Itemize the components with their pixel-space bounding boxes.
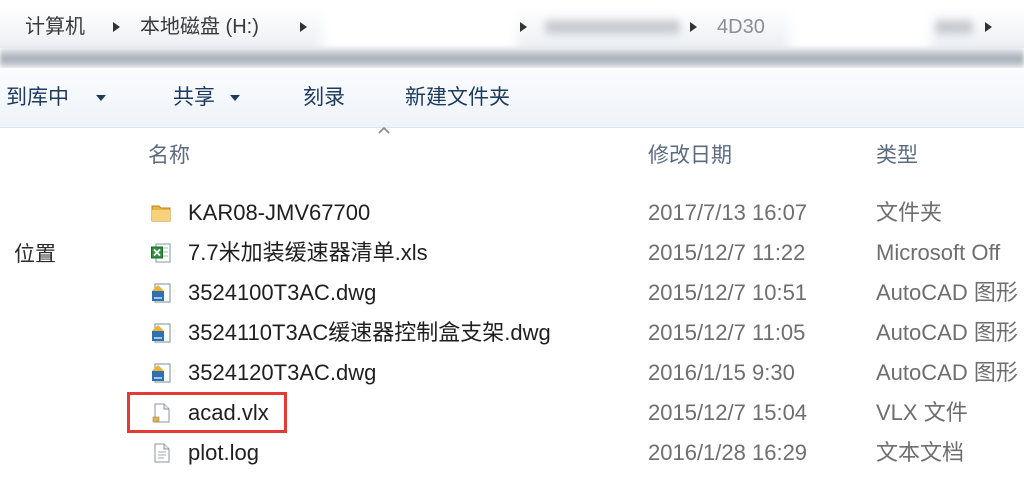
column-header-name[interactable]: 名称 (148, 138, 190, 174)
file-name: 3524100T3AC.dwg (188, 280, 377, 305)
file-type: 文本文档 (876, 440, 965, 465)
file-modified-date: 2015/12/7 11:05 (648, 320, 806, 345)
highlight-box (127, 392, 287, 433)
include-in-library-button[interactable]: 到库中 (6, 68, 69, 128)
column-header-type[interactable]: 类型 (876, 138, 918, 174)
file-modified-date: 2015/12/7 15:04 (648, 400, 808, 425)
file-row[interactable]: 3524120T3AC.dwg 2016/1/15 9:30 AutoCAD 图形 (0, 353, 1024, 393)
command-toolbar: 到库中 共享 刻录 新建文件夹 (0, 68, 1024, 128)
file-row[interactable]: 7.7米加装缓速器清单.xls 2015/12/7 11:22 Microsoft … (0, 233, 1024, 273)
breadcrumb-local-disk[interactable]: 本地磁盘 (H:) (140, 6, 259, 48)
file-modified-date: 2015/12/7 11:22 (648, 240, 806, 265)
file-name: 3524120T3AC.dwg (188, 360, 377, 385)
address-bar[interactable]: 计算机 本地磁盘 (H:) 4D30 (0, 2, 1024, 52)
file-type: Microsoft Off (876, 240, 1001, 265)
autocad-file-icon (150, 362, 172, 384)
excel-file-icon (150, 242, 172, 264)
file-name: plot.log (188, 440, 259, 465)
autocad-file-icon (150, 322, 172, 344)
sort-ascending-icon (378, 126, 390, 134)
folder-icon (150, 202, 172, 224)
chevron-down-icon[interactable] (96, 95, 106, 101)
file-modified-date: 2015/12/7 10:51 (648, 280, 808, 305)
new-folder-button[interactable]: 新建文件夹 (405, 68, 510, 128)
file-row[interactable]: 3524100T3AC.dwg 2015/12/7 10:51 AutoCAD 图形 (0, 273, 1024, 313)
file-type: AutoCAD 图形 (876, 320, 1018, 345)
autocad-file-icon (150, 282, 172, 304)
breadcrumb-4d30[interactable]: 4D30 (717, 6, 765, 48)
file-modified-date: 2017/7/13 16:07 (648, 200, 808, 225)
explorer-window: 计算机 本地磁盘 (H:) 4D30 到库中 共享 刻录 新建文件夹 位置 名称… (0, 0, 1024, 485)
file-type: VLX 文件 (876, 400, 968, 425)
file-modified-date: 2016/1/15 9:30 (648, 360, 795, 385)
file-row[interactable]: acad.vlx 2015/12/7 15:04 VLX 文件 (0, 392, 1024, 433)
blurred-breadcrumb (935, 20, 973, 34)
file-type: 文件夹 (876, 200, 943, 225)
redacted-region (322, 2, 517, 52)
column-header-modified[interactable]: 修改日期 (648, 138, 732, 174)
file-type: AutoCAD 图形 (876, 360, 1018, 385)
blurred-breadcrumb (545, 20, 680, 34)
breadcrumb-arrow-icon[interactable] (690, 22, 697, 32)
breadcrumb-computer[interactable]: 计算机 (25, 6, 85, 48)
file-type: AutoCAD 图形 (876, 280, 1018, 305)
file-modified-date: 2016/1/28 16:29 (648, 440, 808, 465)
file-row[interactable]: 3524110T3AC缓速器控制盒支架.dwg 2015/12/7 11:05 Au… (0, 313, 1024, 353)
breadcrumb-arrow-icon[interactable] (520, 22, 527, 32)
redacted-region (790, 2, 930, 52)
file-name: 7.7米加装缓速器清单.xls (188, 240, 428, 265)
breadcrumb-arrow-icon[interactable] (113, 22, 120, 32)
file-name: KAR08-JMV67700 (188, 200, 371, 225)
burn-button[interactable]: 刻录 (303, 68, 345, 128)
breadcrumb-arrow-icon[interactable] (300, 22, 307, 32)
breadcrumb-arrow-icon[interactable] (985, 22, 992, 32)
share-button[interactable]: 共享 (173, 68, 215, 128)
file-row[interactable]: KAR08-JMV67700 2017/7/13 16:07 文件夹 (0, 193, 1024, 233)
text-file-icon (150, 442, 172, 464)
window-divider (0, 48, 1024, 68)
file-name: 3524110T3AC缓速器控制盒支架.dwg (188, 320, 551, 345)
chevron-down-icon[interactable] (230, 95, 240, 101)
file-row[interactable]: plot.log 2016/1/28 16:29 文本文档 (0, 433, 1024, 473)
